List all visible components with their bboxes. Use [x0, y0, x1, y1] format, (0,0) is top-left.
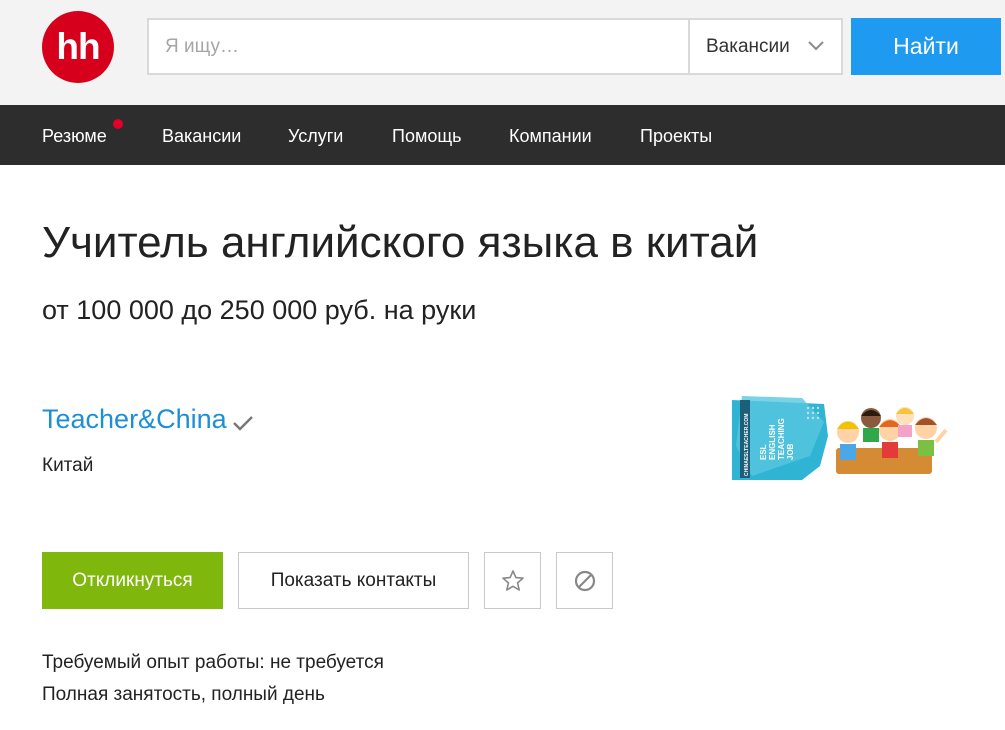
- block-icon: [574, 570, 595, 591]
- page-title: Учитель английского языка в китай: [42, 218, 759, 267]
- nav-item-resume[interactable]: Резюме: [42, 126, 107, 147]
- nav-item-services[interactable]: Услуги: [288, 126, 343, 147]
- favorite-button[interactable]: [484, 552, 541, 609]
- find-button[interactable]: Найти: [851, 18, 1001, 75]
- company-link[interactable]: Teacher&China: [42, 404, 227, 435]
- search-type-value: Вакансии: [706, 35, 790, 57]
- logo-line-3: TEACHING: [777, 418, 786, 460]
- logo-line-1: ESL: [759, 444, 768, 460]
- top-bar: hh Вакансии Найти: [0, 0, 1005, 105]
- nav-item-vacancies[interactable]: Вакансии: [162, 126, 241, 147]
- hide-vacancy-button[interactable]: [556, 552, 613, 609]
- logo-vertical-text: CHINAESLTEACHER.COM: [744, 414, 750, 476]
- verified-check-icon: [233, 416, 253, 431]
- nav-item-projects[interactable]: Проекты: [640, 126, 712, 147]
- logo-line-4: JOB: [786, 443, 795, 460]
- chevron-down-icon: [808, 41, 824, 51]
- logo-line-2: ENGLISH: [768, 424, 777, 460]
- hh-logo[interactable]: hh: [42, 11, 114, 83]
- show-contacts-button[interactable]: Показать контакты: [238, 552, 469, 609]
- employment-type: Полная занятость, полный день: [42, 684, 325, 705]
- notification-dot: [113, 119, 123, 129]
- company-logo-image[interactable]: CHINAESLTEACHER.COM ESL ENGLISH TEACHING…: [732, 396, 950, 482]
- respond-button[interactable]: Откликнуться: [42, 552, 223, 609]
- experience-required: Требуемый опыт работы: не требуется: [42, 652, 384, 673]
- star-icon: [501, 569, 524, 591]
- salary: от 100 000 до 250 000 руб. на руки: [42, 295, 477, 325]
- nav-item-help[interactable]: Помощь: [392, 126, 462, 147]
- company-location: Китай: [42, 455, 94, 476]
- nav-item-companies[interactable]: Компании: [509, 126, 592, 147]
- main-nav: Резюме Вакансии Услуги Помощь Компании П…: [0, 105, 1005, 165]
- search-input[interactable]: [147, 18, 689, 75]
- search-type-select[interactable]: Вакансии: [688, 18, 843, 75]
